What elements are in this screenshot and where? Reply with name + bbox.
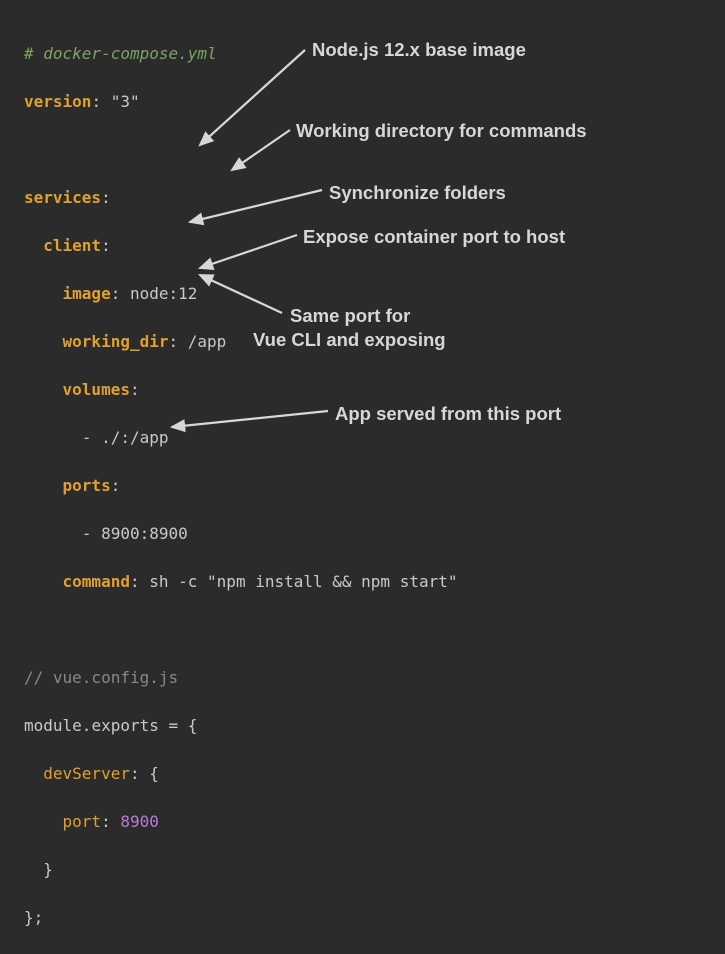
annotation-expose-port: Expose container port to host [303, 223, 565, 251]
yaml-dash: - [82, 524, 101, 543]
colon: : [111, 284, 121, 303]
yaml-key-command: command [63, 572, 130, 591]
colon: : [101, 188, 111, 207]
js-module: module [24, 716, 82, 735]
yaml-key-volumes: volumes [63, 380, 130, 399]
yaml-key-image: image [63, 284, 111, 303]
js-key-port: port [63, 812, 102, 831]
js-key-devserver: devServer [43, 764, 130, 783]
yaml-comment: # docker-compose.yml [24, 44, 217, 63]
colon: : [111, 476, 121, 495]
colon: : [130, 380, 140, 399]
js-exports: exports [91, 716, 158, 735]
js-brace-close: } [43, 860, 53, 879]
yaml-key-services: services [24, 188, 101, 207]
annotation-app-served: App served from this port [335, 400, 561, 428]
yaml-value-workingdir: /app [178, 332, 226, 351]
yaml-value-port: 8900:8900 [101, 524, 188, 543]
yaml-value-volume: ./:/app [101, 428, 168, 447]
js-brace-close: }; [24, 908, 43, 927]
js-comment: // vue.config.js [24, 668, 178, 687]
js-value-port: 8900 [120, 812, 159, 831]
annotation-node-base: Node.js 12.x base image [312, 36, 526, 64]
js-brace: : { [130, 764, 159, 783]
dot: . [82, 716, 92, 735]
colon: : [169, 332, 179, 351]
yaml-value-image: node:12 [120, 284, 197, 303]
code-block: # docker-compose.yml version: "3" servic… [24, 18, 458, 954]
colon: : [101, 812, 120, 831]
js-brace: = { [159, 716, 198, 735]
yaml-dash: - [82, 428, 101, 447]
yaml-key-workingdir: working_dir [63, 332, 169, 351]
colon: : [130, 572, 140, 591]
yaml-value: "3" [101, 92, 140, 111]
colon: : [101, 236, 111, 255]
yaml-value-command: sh -c "npm install && npm start" [140, 572, 458, 591]
yaml-key-version: version [24, 92, 91, 111]
yaml-key-ports: ports [63, 476, 111, 495]
yaml-key-client: client [43, 236, 101, 255]
annotation-working-dir: Working directory for commands [296, 117, 587, 145]
annotation-sync-folders: Synchronize folders [329, 179, 506, 207]
colon: : [91, 92, 101, 111]
annotation-same-port-l2: Vue CLI and exposing [253, 326, 446, 354]
